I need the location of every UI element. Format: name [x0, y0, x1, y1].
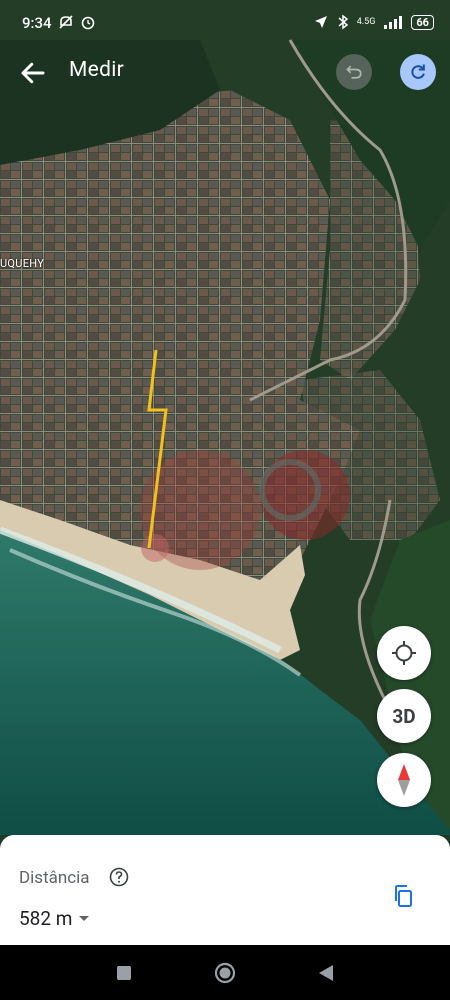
compass-button[interactable]	[377, 753, 431, 807]
bluetooth-icon	[338, 14, 348, 30]
mute-icon	[59, 15, 73, 29]
compass-icon	[398, 764, 410, 796]
signal-icon	[384, 16, 403, 29]
location-icon	[314, 16, 327, 28]
refresh-icon	[411, 64, 425, 79]
home-icon[interactable]	[213, 961, 237, 985]
3d-label: 3D	[392, 704, 416, 728]
undo-button[interactable]	[336, 54, 372, 90]
recents-icon[interactable]	[112, 961, 136, 985]
alarm-icon	[81, 16, 95, 30]
distance-label: Distância	[19, 868, 90, 888]
system-nav-bar	[0, 945, 450, 1000]
copy-icon[interactable]	[391, 884, 415, 908]
back-arrow-icon[interactable]	[18, 58, 48, 88]
undo-icon	[346, 65, 362, 79]
distance-value: 582 m	[19, 907, 73, 930]
crosshair-icon	[392, 641, 416, 665]
distance-unit-dropdown[interactable]: 582 m	[19, 907, 90, 930]
battery-indicator: 66	[411, 14, 434, 30]
top-bar: Medir	[0, 52, 450, 94]
page-title: Medir	[69, 58, 125, 82]
my-location-button[interactable]	[377, 626, 431, 680]
measurement-panel: Distância 582 m	[0, 835, 450, 945]
network-type: 4.5G	[356, 17, 376, 27]
dropdown-arrow-icon	[79, 915, 90, 921]
place-label: UQUEHY	[0, 257, 45, 270]
3d-toggle-button[interactable]: 3D	[377, 689, 431, 743]
status-bar: 9:34 4.5G 66	[0, 0, 450, 52]
help-icon[interactable]	[109, 867, 129, 887]
reset-button[interactable]	[400, 54, 436, 90]
back-icon[interactable]	[314, 961, 338, 985]
status-time: 9:34	[22, 14, 52, 32]
